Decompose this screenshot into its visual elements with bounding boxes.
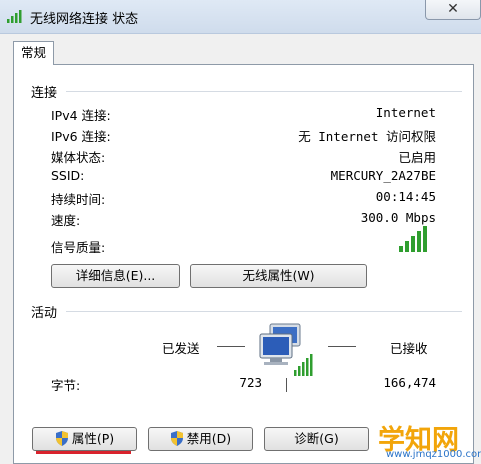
signal-bar — [411, 236, 415, 252]
activity-section-title: 活动 — [31, 306, 58, 321]
sent-line — [217, 346, 245, 347]
window-title: 无线网络连接 状态 — [30, 12, 139, 27]
watermark-url: www.jmqz1000.com — [386, 449, 481, 460]
signal-strength-icon — [399, 226, 427, 252]
duration-value: 00:14:45 — [375, 189, 436, 204]
ssid-label: SSID: — [51, 168, 85, 183]
highlight-underline — [36, 451, 131, 454]
signal-bar — [423, 226, 427, 252]
tab-general[interactable]: 常规 — [13, 41, 54, 65]
properties-button-label: 属性(P) — [71, 431, 115, 446]
ipv4-label: IPv4 连接: — [51, 108, 111, 123]
speed-label: 速度: — [51, 213, 81, 228]
diagnose-button[interactable]: 诊断(G) — [264, 427, 369, 451]
signal-bar — [417, 231, 421, 252]
bytes-sent-value: 723 — [239, 375, 262, 390]
close-button[interactable]: ✕ — [425, 0, 481, 20]
signal-bar — [405, 241, 409, 252]
network-computers-icon — [259, 323, 313, 376]
properties-button[interactable]: 属性(P) — [32, 427, 137, 451]
disable-button[interactable]: 禁用(D) — [148, 427, 253, 451]
disable-button-label: 禁用(D) — [186, 431, 232, 446]
signal-bar — [399, 246, 403, 252]
bytes-label: 字节: — [51, 378, 81, 393]
details-button[interactable]: 详细信息(E)... — [51, 264, 180, 288]
sent-label: 已发送 — [162, 341, 200, 356]
received-label: 已接收 — [390, 341, 428, 356]
ssid-value: MERCURY_2A27BE — [330, 168, 436, 183]
received-line — [328, 346, 356, 347]
wifi-signal-icon — [7, 10, 22, 23]
media-state-value: 已启用 — [398, 150, 436, 165]
wireless-properties-button[interactable]: 无线属性(W) — [190, 264, 367, 288]
speed-value: 300.0 Mbps — [360, 210, 436, 225]
ipv6-value: 无 Internet 访问权限 — [298, 129, 436, 144]
ipv6-label: IPv6 连接: — [51, 129, 111, 144]
connection-divider — [66, 91, 462, 92]
title-bar: 无线网络连接 状态 ✕ — [0, 0, 481, 34]
bytes-received-value: 166,474 — [383, 375, 436, 390]
ipv4-value: Internet — [375, 105, 436, 120]
connection-section-title: 连接 — [31, 86, 58, 101]
signal-quality-label: 信号质量: — [51, 240, 106, 255]
connector-line — [286, 378, 287, 392]
media-state-label: 媒体状态: — [51, 150, 106, 165]
uac-shield-icon — [55, 431, 68, 446]
duration-label: 持续时间: — [51, 192, 106, 207]
activity-divider — [66, 311, 462, 312]
uac-shield-icon — [170, 431, 183, 446]
